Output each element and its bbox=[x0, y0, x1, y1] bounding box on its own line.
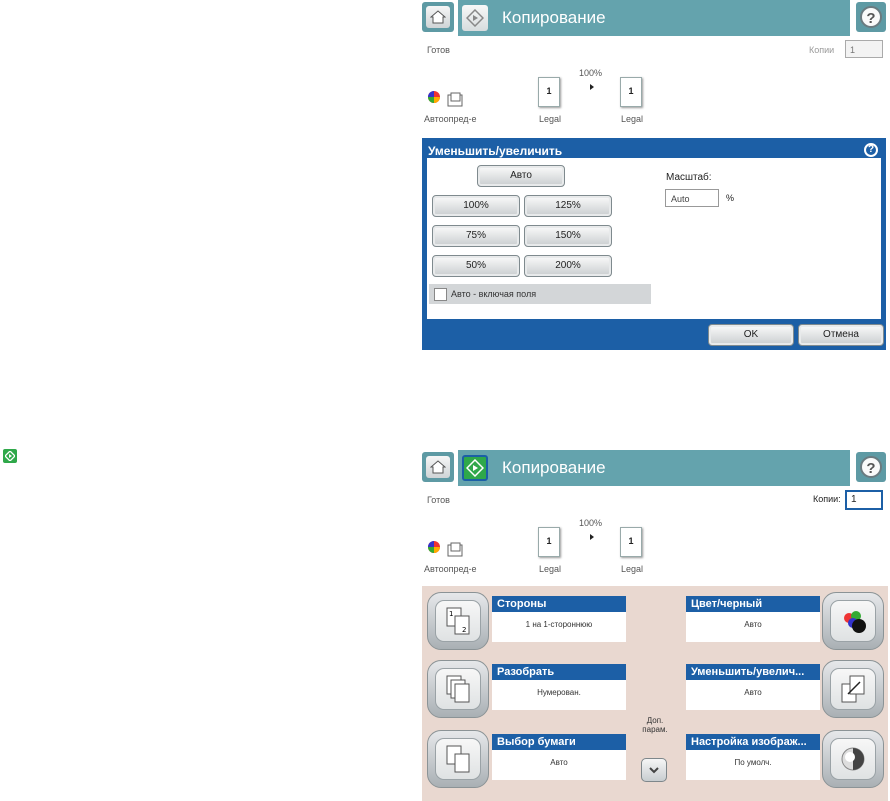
paper-in-icon: 1 bbox=[538, 527, 560, 557]
auto-include-margins-row[interactable]: Авто - включая поля bbox=[429, 284, 651, 304]
start-copy-icon bbox=[466, 459, 484, 477]
tile-title: Уменьшить/увелич... bbox=[686, 664, 820, 680]
auto-include-margins-label: Авто - включая поля bbox=[451, 289, 537, 299]
scale-75-button[interactable]: 75% bbox=[432, 225, 520, 247]
auto-include-margins-checkbox[interactable] bbox=[434, 288, 447, 301]
source-icon bbox=[426, 538, 466, 563]
copies-field[interactable]: 1 bbox=[845, 40, 883, 58]
tile-title: Стороны bbox=[492, 596, 626, 612]
title-bar: Копирование bbox=[458, 450, 850, 486]
paper-out-label: Legal bbox=[621, 564, 644, 574]
paper-in-icon: 1 bbox=[538, 77, 560, 107]
tile-value: Нумерован. bbox=[537, 688, 581, 697]
color-source-icon bbox=[428, 541, 463, 557]
page-title: Копирование bbox=[502, 8, 606, 27]
scale-200-button[interactable]: 200% bbox=[524, 255, 612, 277]
tile-value: Авто bbox=[744, 620, 762, 629]
dialog-title: Уменьшить/увеличить bbox=[428, 144, 563, 158]
sides-icon[interactable]: 12 bbox=[427, 592, 489, 650]
title-bar: Копирование bbox=[458, 0, 850, 36]
scale-150-button[interactable]: 150% bbox=[524, 225, 612, 247]
paper-out-label: Legal bbox=[621, 114, 644, 124]
more-options-button[interactable] bbox=[641, 758, 667, 782]
chevron-down-icon bbox=[649, 767, 659, 774]
tile-value: Авто bbox=[550, 758, 568, 767]
svg-text:2: 2 bbox=[462, 626, 466, 634]
scale-50-button[interactable]: 50% bbox=[432, 255, 520, 277]
tile-sides[interactable]: Стороны 1 на 1-стороннюю bbox=[492, 596, 626, 642]
scale-percent: 100% bbox=[579, 68, 603, 78]
tile-color[interactable]: Цвет/черный Авто bbox=[686, 596, 820, 642]
screen-copy-reduce-dialog: Копирование ? Готов Копии 1 Автоопред-е … bbox=[420, 0, 888, 352]
scale-percent: 100% bbox=[579, 518, 603, 528]
dialog-body: Авто 100% 125% 75% 150% 50% 200% Авто - … bbox=[427, 158, 881, 319]
screen-copy-home: Копирование ? Готов Копии: 1 Автоопред-е… bbox=[420, 450, 888, 801]
copies-field[interactable]: 1 bbox=[845, 490, 883, 510]
percent-sign: % bbox=[726, 193, 735, 203]
color-icon[interactable] bbox=[822, 592, 884, 650]
source-icon bbox=[426, 88, 466, 113]
status-text: Готов bbox=[427, 495, 450, 505]
scale-label: Масштаб: bbox=[666, 172, 712, 183]
tile-title: Разобрать bbox=[492, 664, 626, 680]
help-icon: ? bbox=[860, 456, 882, 478]
collate-icon[interactable] bbox=[427, 660, 489, 718]
source-label: Автоопред-е bbox=[424, 564, 477, 574]
tile-image-adjust[interactable]: Настройка изображ... По умолч. bbox=[686, 734, 820, 780]
paper-in-label: Legal bbox=[539, 114, 562, 124]
home-button[interactable] bbox=[422, 452, 454, 482]
tile-collate[interactable]: Разобрать Нумерован. bbox=[492, 664, 626, 710]
auto-button[interactable]: Авто bbox=[477, 165, 565, 187]
paper-out-icon: 1 bbox=[620, 77, 642, 107]
dialog-help-icon[interactable]: ? bbox=[864, 143, 878, 157]
tile-paper[interactable]: Выбор бумаги Авто bbox=[492, 734, 626, 780]
copies-label: Копии: bbox=[813, 494, 841, 504]
ok-button[interactable]: OK bbox=[708, 324, 794, 346]
arrow-right-icon bbox=[590, 84, 594, 90]
svg-text:1: 1 bbox=[449, 610, 453, 618]
tile-reduce-enlarge[interactable]: Уменьшить/увелич... Авто bbox=[686, 664, 820, 710]
page-title: Копирование bbox=[502, 458, 606, 477]
start-copy-icon bbox=[3, 449, 17, 463]
home-icon bbox=[426, 6, 450, 28]
paper-out-icon: 1 bbox=[620, 527, 642, 557]
help-icon: ? bbox=[860, 6, 882, 28]
scale-125-button[interactable]: 125% bbox=[524, 195, 612, 217]
tile-value: Авто bbox=[744, 688, 762, 697]
start-copy-button[interactable] bbox=[462, 455, 488, 481]
tile-title: Выбор бумаги bbox=[492, 734, 626, 750]
paper-select-icon[interactable] bbox=[427, 730, 489, 788]
cancel-button[interactable]: Отмена bbox=[798, 324, 884, 346]
reduce-enlarge-dialog: Уменьшить/увеличить ? Авто 100% 125% 75%… bbox=[422, 138, 886, 350]
status-text: Готов bbox=[427, 45, 450, 55]
reduce-enlarge-icon[interactable] bbox=[822, 660, 884, 718]
paper-in-label: Legal bbox=[539, 564, 562, 574]
home-button[interactable] bbox=[422, 2, 454, 32]
image-adjust-icon[interactable] bbox=[822, 730, 884, 788]
source-label: Автоопред-е bbox=[424, 114, 477, 124]
scale-input[interactable]: Auto bbox=[665, 189, 719, 207]
start-copy-icon bbox=[466, 9, 484, 27]
copies-value: 1 bbox=[851, 494, 857, 505]
copies-label: Копии bbox=[809, 45, 835, 55]
help-button[interactable]: ? bbox=[856, 2, 886, 32]
copies-value: 1 bbox=[850, 45, 856, 55]
tile-title: Настройка изображ... bbox=[686, 734, 820, 750]
scale-100-button[interactable]: 100% bbox=[432, 195, 520, 217]
tile-title: Цвет/черный bbox=[686, 596, 820, 612]
tile-value: По умолч. bbox=[734, 758, 772, 767]
start-copy-button[interactable] bbox=[462, 5, 488, 31]
color-source-icon bbox=[428, 91, 463, 107]
tile-value: 1 на 1-стороннюю bbox=[525, 620, 593, 629]
home-icon bbox=[426, 456, 450, 478]
feature-area: Стороны 1 на 1-стороннюю 12 Разобрать Ну… bbox=[422, 586, 888, 801]
help-button[interactable]: ? bbox=[856, 452, 886, 482]
more-options-label: Доп. парам. bbox=[642, 716, 668, 734]
arrow-right-icon bbox=[590, 534, 594, 540]
scale-input-value: Auto bbox=[671, 194, 690, 204]
